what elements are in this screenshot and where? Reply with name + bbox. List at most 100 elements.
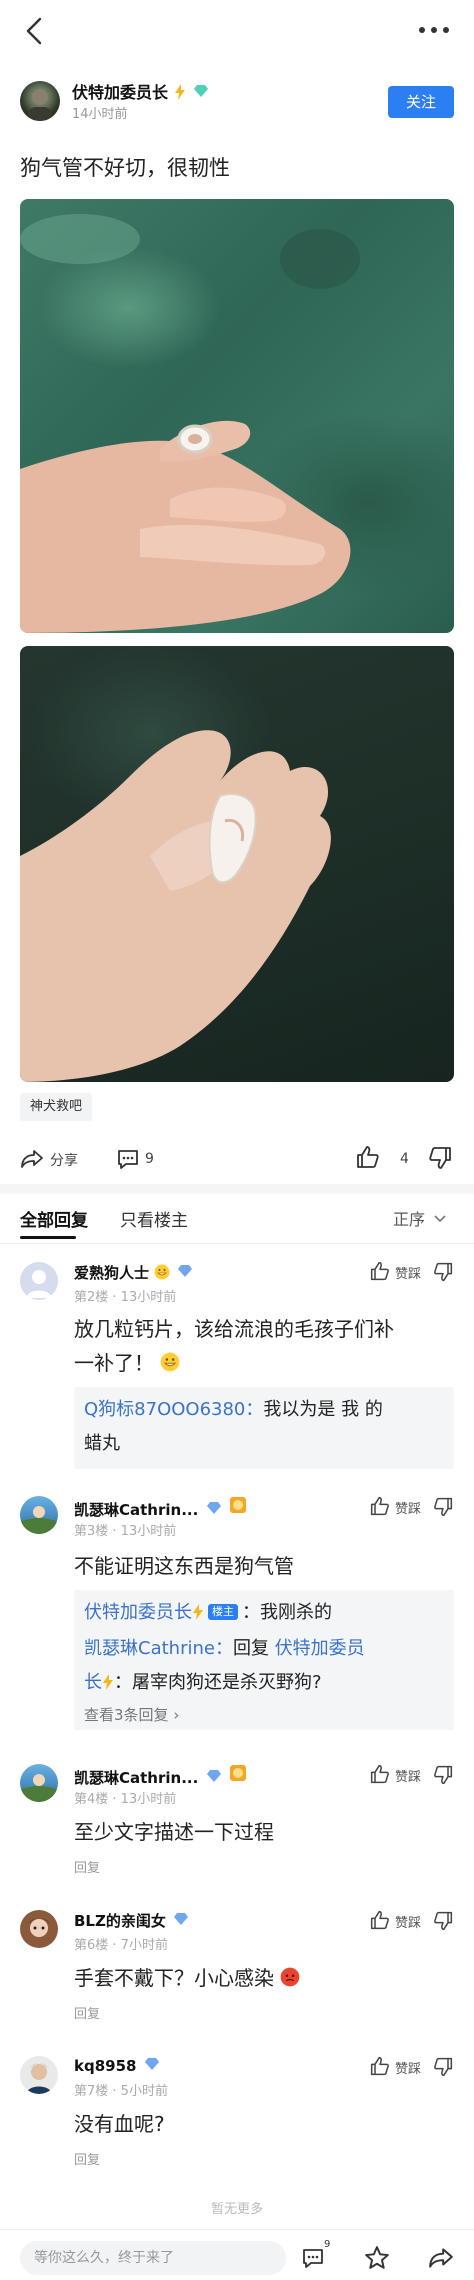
reply-quote[interactable]: Q狗标87OOO6380：我以为是 我 的 蜡丸 xyxy=(74,1387,454,1469)
verified-diamond-icon xyxy=(174,1911,189,1929)
like-icon[interactable] xyxy=(370,1910,390,1930)
comment-badge: 9 xyxy=(324,2239,331,2250)
comment-author-name: 爱熟狗人士 xyxy=(74,1264,150,1282)
sort-dropdown[interactable]: 正序 xyxy=(393,1206,446,1230)
avatar[interactable] xyxy=(20,1910,58,1948)
sub-reply-author[interactable]: 伏特加委员长 xyxy=(84,1602,192,1623)
like-dislike-label: 赞踩 xyxy=(395,1770,422,1785)
more-options-icon[interactable] xyxy=(416,22,452,38)
comment-author[interactable]: 凯瑟琳Cathrin... xyxy=(74,1764,247,1788)
comment-input[interactable]: 等你这么久，终于来了 xyxy=(20,2241,286,2275)
sub-reply-mention[interactable]: 伏特加委员 xyxy=(275,1638,365,1659)
angry-face-emoji-icon xyxy=(280,1963,300,1997)
like-dislike-label: 赞踩 xyxy=(395,2062,422,2077)
level-badge-icon xyxy=(229,1496,247,1518)
verified-diamond-icon xyxy=(144,2056,159,2074)
author-name[interactable]: 伏特加委员长 xyxy=(72,79,209,104)
grin-emoji-icon xyxy=(154,1264,170,1284)
comment-text: 至少文字描述一下过程 xyxy=(74,1820,274,1844)
sub-reply-mention[interactable]: 长 xyxy=(84,1672,102,1693)
share-icon[interactable] xyxy=(20,1148,44,1170)
comment-text: 手套不戴下？小心感染 xyxy=(74,1961,300,1997)
tabs-divider xyxy=(0,1243,474,1244)
comment-author-name: 凯瑟琳Cathrin... xyxy=(74,1501,199,1519)
like-icon[interactable] xyxy=(370,1496,390,1516)
post-title: 狗气管不好切，很韧性 xyxy=(20,156,230,180)
active-tab-indicator xyxy=(20,1236,76,1239)
comment-text-line: 放几粒钙片，该给流浪的毛孩子们补 xyxy=(74,1317,394,1341)
see-more-label: 查看3条回复 xyxy=(84,1706,169,1724)
dislike-icon[interactable] xyxy=(433,2057,453,2077)
comment-text-content: 手套不戴下？小心感染 xyxy=(74,1966,274,1990)
verified-diamond-icon xyxy=(194,82,209,101)
lightning-icon xyxy=(174,84,186,104)
like-icon[interactable] xyxy=(370,1764,390,1784)
dislike-icon[interactable] xyxy=(433,1765,453,1785)
comment-icon[interactable] xyxy=(300,2246,326,2270)
comment-author[interactable]: kq8958 xyxy=(74,2056,159,2075)
no-more-hint: 暂无更多 xyxy=(210,2202,263,2217)
reply-button[interactable]: 回复 xyxy=(74,1857,100,1876)
dislike-icon[interactable] xyxy=(433,1911,453,1931)
dislike-icon[interactable] xyxy=(428,1146,452,1170)
lightning-icon xyxy=(192,1598,204,1632)
chevron-down-icon xyxy=(434,1215,446,1223)
sub-reply-text: 回复 xyxy=(232,1638,275,1659)
comment-meta: 第2楼 · 13小时前 xyxy=(74,1290,177,1305)
comment-count: 9 xyxy=(145,1151,154,1167)
back-icon[interactable] xyxy=(22,16,48,46)
quote-text: 蜡丸 xyxy=(84,1433,120,1454)
share-icon[interactable] xyxy=(428,2246,454,2270)
quote-author[interactable]: Q狗标87OOO6380： xyxy=(84,1399,263,1420)
comment-author[interactable]: BLZ的亲闺女 xyxy=(74,1910,189,1931)
share-button-label[interactable]: 分享 xyxy=(50,1150,78,1170)
sub-reply-text: ：屠宰肉狗还是杀灭野狗? xyxy=(114,1672,322,1693)
like-count: 4 xyxy=(400,1151,409,1167)
author-avatar[interactable] xyxy=(20,81,60,121)
level-badge-icon xyxy=(229,1764,247,1786)
tab-all-replies[interactable]: 全部回复 xyxy=(20,1206,88,1231)
section-divider xyxy=(0,1184,474,1194)
follow-button[interactable]: 关注 xyxy=(388,86,454,118)
verified-diamond-icon xyxy=(206,1500,221,1518)
comment-meta: 第3楼 · 13小时前 xyxy=(74,1524,177,1539)
like-dislike-label: 赞踩 xyxy=(395,1916,422,1931)
verified-diamond-icon xyxy=(206,1768,221,1786)
comment-meta: 第6楼 · 7小时前 xyxy=(74,1938,168,1953)
reply-button[interactable]: 回复 xyxy=(74,2003,100,2022)
dislike-icon[interactable] xyxy=(433,1497,453,1517)
verified-diamond-icon xyxy=(178,1263,193,1281)
post-time: 14小时前 xyxy=(72,107,128,122)
chevron-right-icon: › xyxy=(173,1706,180,1724)
sub-reply-text: ：我刚杀的 xyxy=(242,1602,332,1623)
author-name-text: 伏特加委员长 xyxy=(72,83,169,102)
dislike-icon[interactable] xyxy=(433,1262,453,1282)
comment-author-name: 凯瑟琳Cathrin... xyxy=(74,1769,199,1787)
post-photo-2[interactable] xyxy=(20,646,454,1082)
reply-button[interactable]: 回复 xyxy=(74,2149,100,2168)
avatar[interactable] xyxy=(20,1262,58,1300)
sub-reply-author[interactable]: 凯瑟琳Cathrine： xyxy=(84,1638,233,1659)
comment-icon[interactable] xyxy=(116,1147,140,1171)
post-tag[interactable]: 神犬救吧 xyxy=(20,1093,93,1121)
tab-only-op[interactable]: 只看楼主 xyxy=(120,1206,188,1231)
op-badge: 楼主 xyxy=(208,1604,238,1620)
like-icon[interactable] xyxy=(370,2056,390,2076)
like-dislike-label: 赞踩 xyxy=(395,1267,422,1282)
like-icon[interactable] xyxy=(370,1261,390,1281)
avatar[interactable] xyxy=(20,1496,58,1534)
post-photo-1[interactable] xyxy=(20,199,454,633)
comment-author[interactable]: 爱熟狗人士 xyxy=(74,1262,193,1284)
lightning-icon xyxy=(102,1668,114,1702)
comment-meta: 第7楼 · 5小时前 xyxy=(74,2084,168,2099)
comment-text-line: 一补了！ xyxy=(74,1351,154,1375)
avatar[interactable] xyxy=(20,2056,58,2094)
avatar[interactable] xyxy=(20,1764,58,1802)
like-dislike-label: 赞踩 xyxy=(395,1502,422,1517)
quote-text: 我以为是 我 的 xyxy=(263,1399,383,1420)
sub-replies[interactable]: 伏特加委员长 楼主 ：我刚杀的 凯瑟琳Cathrine：回复 伏特加委员 长 ：屠宰肉… xyxy=(74,1590,454,1730)
star-icon[interactable] xyxy=(364,2245,390,2271)
like-icon[interactable] xyxy=(356,1145,380,1169)
comment-author[interactable]: 凯瑟琳Cathrin... xyxy=(74,1496,247,1520)
see-more-replies-link[interactable]: 查看3条回复 › xyxy=(84,1702,444,1728)
